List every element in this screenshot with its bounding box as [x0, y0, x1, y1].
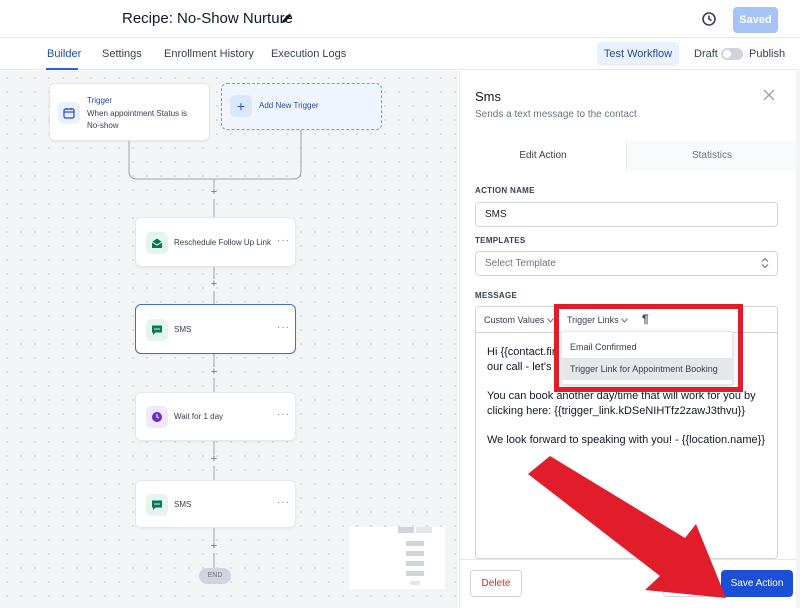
template-select-value: Select Template — [485, 258, 556, 269]
trigger-desc-line1: When appointment Status is — [87, 109, 188, 118]
tab-execution-logs[interactable]: Execution Logs — [271, 48, 346, 60]
step-node[interactable]: Reschedule Follow Up Link ··· — [135, 217, 296, 267]
panel-footer: Delete Cancel Save Action — [460, 559, 797, 608]
highlight-box — [554, 304, 743, 392]
trigger-node[interactable]: Trigger When appointment Status is No-sh… — [49, 83, 210, 141]
tab-edit-action[interactable]: Edit Action — [460, 141, 627, 171]
add-trigger-label: Add New Trigger — [259, 101, 319, 110]
custom-values-dropdown[interactable]: Custom Values — [484, 315, 554, 325]
sms-icon — [146, 319, 168, 341]
panel-title: Sms — [475, 89, 501, 104]
message-line2-start: our call - let's — [487, 361, 552, 373]
trigger-title: Trigger — [87, 96, 113, 105]
draft-label: Draft — [694, 48, 718, 60]
trigger-desc-line2: No-show — [87, 121, 119, 130]
step-label: Wait for 1 day — [174, 412, 224, 421]
workflow-canvas[interactable]: Trigger When appointment Status is No-sh… — [0, 71, 458, 608]
test-workflow-button[interactable]: Test Workflow — [597, 42, 679, 66]
email-icon — [146, 232, 168, 254]
step-label: SMS — [174, 500, 192, 509]
add-new-trigger-button[interactable]: + Add New Trigger — [221, 83, 382, 130]
panel-tabs: Edit Action Statistics — [460, 141, 797, 171]
step-label: Reschedule Follow Up Link — [174, 238, 271, 247]
workflow-title: Recipe: No-Show Nurture — [122, 10, 293, 27]
custom-values-label: Custom Values — [484, 315, 545, 325]
calendar-icon — [58, 102, 80, 124]
more-icon[interactable]: ··· — [277, 497, 290, 508]
active-tab-indicator — [46, 68, 78, 70]
cancel-button[interactable]: Cancel — [663, 570, 715, 597]
templates-label: TEMPLATES — [475, 236, 526, 245]
step-node[interactable]: Wait for 1 day ··· — [135, 392, 296, 441]
more-icon[interactable]: ··· — [277, 409, 290, 420]
end-marker: END — [199, 568, 231, 584]
tab-builder[interactable]: Builder — [47, 48, 81, 60]
message-paragraph-3: We look forward to speaking with you! - … — [487, 434, 766, 446]
delete-button[interactable]: Delete — [470, 570, 522, 597]
tab-enrollment-history[interactable]: Enrollment History — [164, 48, 254, 60]
top-bar: Recipe: No-Show Nurture Saved — [0, 0, 800, 38]
add-step-plus[interactable]: + — [209, 278, 219, 290]
step-node-selected[interactable]: SMS ··· — [135, 304, 296, 354]
minimap[interactable] — [350, 527, 445, 589]
template-select[interactable]: Select Template — [475, 251, 778, 276]
publish-toggle[interactable] — [721, 48, 743, 60]
workflow-tabs: Builder Settings Enrollment History Exec… — [0, 38, 800, 70]
panel-subtitle: Sends a text message to the contact — [475, 109, 637, 120]
history-icon[interactable] — [701, 11, 717, 27]
plus-icon: + — [230, 95, 252, 117]
publish-label: Publish — [749, 48, 786, 60]
add-step-plus[interactable]: + — [209, 540, 219, 552]
message-line1-start: Hi {{contact.fir — [487, 346, 556, 358]
saved-button[interactable]: Saved — [733, 7, 778, 33]
chevron-down-icon — [546, 318, 554, 323]
tab-statistics[interactable]: Statistics — [627, 141, 797, 171]
close-icon[interactable] — [763, 89, 775, 101]
clock-icon — [146, 406, 168, 428]
save-action-button[interactable]: Save Action — [721, 570, 793, 597]
add-step-plus[interactable]: + — [209, 366, 219, 378]
message-paragraph-2: You can book another day/time that will … — [487, 390, 756, 417]
message-label: MESSAGE — [475, 291, 518, 300]
pencil-icon[interactable] — [281, 12, 293, 24]
action-panel: Sms Sends a text message to the contact … — [459, 71, 797, 608]
sms-icon — [146, 494, 168, 516]
scrollbar[interactable] — [796, 71, 800, 608]
tab-settings[interactable]: Settings — [102, 48, 142, 60]
step-node[interactable]: SMS ··· — [135, 480, 296, 528]
more-icon[interactable]: ··· — [277, 322, 290, 333]
add-step-plus[interactable]: + — [209, 453, 219, 465]
action-name-label: ACTION NAME — [475, 186, 535, 195]
chevron-updown-icon — [761, 257, 769, 269]
add-step-plus[interactable]: + — [209, 186, 219, 198]
step-label: SMS — [174, 325, 192, 334]
action-name-input[interactable]: SMS — [475, 202, 778, 227]
more-icon[interactable]: ··· — [277, 235, 290, 246]
